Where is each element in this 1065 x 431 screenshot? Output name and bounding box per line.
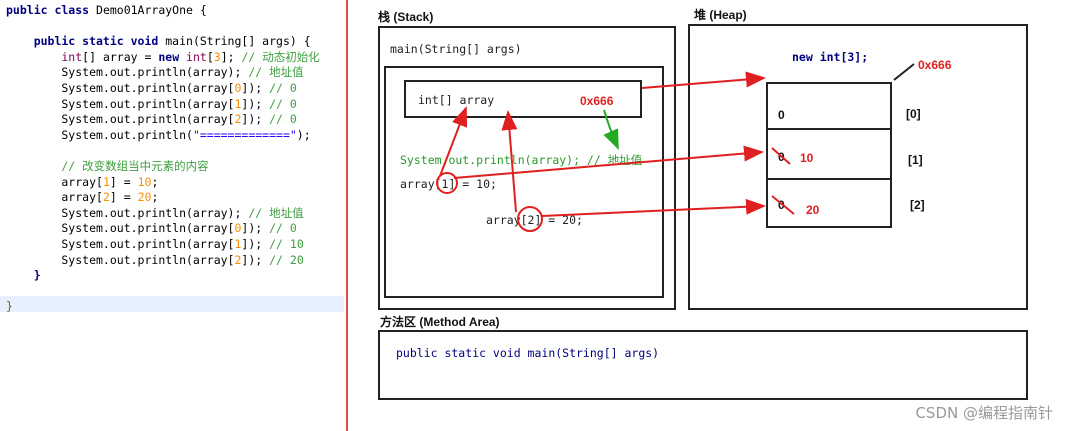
code-token: ; [151,190,159,205]
code-line: public static void main(String[] args) { [6,33,311,49]
code-token: ); [296,127,311,142]
code-token: System.out.println(array[ [6,81,235,95]
heap-cell-2-new-value: 20 [806,203,820,217]
heap-title: 堆 (Heap) [694,8,747,22]
stack-address-value: 0x666 [580,94,614,108]
code-token: // 动态初始化 [241,49,320,64]
panel-divider [346,0,348,431]
code-line: System.out.println(array); // 地址值 [6,205,304,221]
code-token: System.out.println( [6,127,193,142]
heap-cell-0-value: 0 [778,108,785,122]
code-token: public class [6,3,97,17]
assign-statement-2: array[2] = 20; [486,213,583,227]
code-line: System.out.println(array[2]); // 0 [6,111,297,127]
code-token: new [158,49,180,64]
code-token: System.out.println(array[ [6,112,235,127]
code-token: ] = [109,174,138,189]
code-token: System.out.println(array); [6,65,249,80]
stack-title: 栈 (Stack) [378,10,434,24]
code-token: // 地址值 [248,205,304,220]
code-token: // 10 [269,237,304,251]
code-token: 10 [137,174,152,189]
code-line: System.out.println(array[1]); // 10 [6,236,304,252]
code-line: System.out.println(array[0]); // 0 [6,80,297,96]
code-token: int [6,49,83,64]
code-token: ]); [241,81,270,95]
code-token: Demo01ArrayOne { [96,3,207,17]
code-token: System.out.println(array[ [6,221,235,236]
code-token: ]); [241,252,270,267]
method-area-title: 方法区 (Method Area) [380,315,500,329]
code-token: // 0 [269,221,297,236]
code-token: array[ [6,174,103,189]
code-line: System.out.println(array[0]); // 0 [6,220,297,236]
heap-index-1: [1] [908,153,923,167]
code-line: } [6,298,13,314]
code-token: ]); [241,221,270,236]
code-token: // 改变数组当中元素的内容 [6,159,209,173]
watermark: CSDN @编程指南针 [915,404,1053,422]
code-line: System.out.println("============="); [6,127,311,143]
code-token: } [6,299,13,314]
heap-cell-2-old-value: 0 [778,198,785,212]
heap-index-2: [2] [910,198,925,212]
heap-address-value: 0x666 [918,58,952,72]
code-token: ]); [241,96,270,111]
code-editor-panel: public class Demo01ArrayOne { public sta… [0,0,346,431]
assign-statement-1: array[1] = 10; [400,177,497,191]
code-line: array[2] = 20; [6,189,158,205]
current-line-highlight [0,296,344,312]
code-line: int[] array = new int[3]; // 动态初始化 [6,49,320,65]
code-token: // 地址值 [248,65,304,80]
code-token: ] = [109,190,138,205]
code-token: [] array = [82,49,159,64]
code-line: System.out.println(array[2]); // 20 [6,252,304,268]
code-token: ]); [241,237,270,251]
code-token: ]; [220,49,242,64]
code-token: 2 [102,190,110,205]
code-token: // 20 [269,252,304,267]
code-token: 3 [213,49,221,64]
code-token: main(String[] args) { [165,34,311,49]
code-token: System.out.println(array[ [6,237,235,251]
code-token: [ [206,49,214,64]
code-line: System.out.println(array[1]); // 0 [6,96,297,112]
heap-cell-1-new-value: 10 [800,151,814,165]
method-area-content: public static void main(String[] args) [396,346,660,360]
code-line: // 改变数组当中元素的内容 [6,158,209,174]
heap-new-expression: new int[3]; [792,50,869,64]
code-token: System.out.println(array); [6,205,249,220]
code-token: 1 [102,174,110,189]
array-variable-label: int[] array [418,93,495,107]
println-statement: System.out.println(array); // 地址值 [400,153,643,167]
code-token: public static void [6,34,166,49]
code-token: System.out.println(array[ [6,96,235,111]
code-token: System.out.println(array[ [6,252,235,267]
code-token: // 0 [269,96,297,111]
code-line: } [6,267,41,283]
code-token: } [6,268,41,283]
heap-cell-1-old-value: 0 [778,150,785,164]
code-line: public class Demo01ArrayOne { [6,2,207,18]
code-line: array[1] = 10; [6,174,158,190]
code-token: array[ [6,190,103,205]
code-token: 20 [137,190,152,205]
code-token: ]); [241,112,270,127]
code-token: ; [151,174,159,189]
code-token: // 0 [269,112,297,127]
heap-cell-0 [766,82,892,130]
stack-frame-label: main(String[] args) [390,42,522,56]
method-area [378,330,1028,400]
code-token: // 0 [269,81,297,95]
code-token: "=============" [192,127,297,142]
code-line: System.out.println(array); // 地址值 [6,64,304,80]
heap-index-0: [0] [906,107,921,121]
code-token: int [179,49,207,64]
